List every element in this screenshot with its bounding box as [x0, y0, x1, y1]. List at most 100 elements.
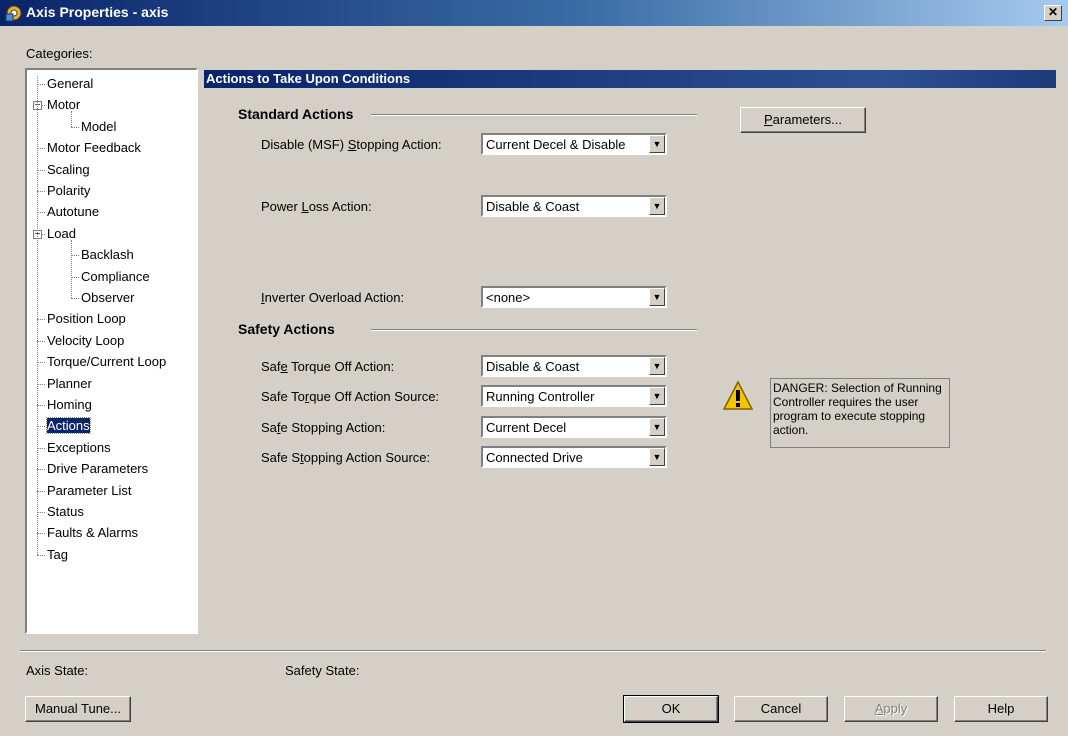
tree-item-label: Compliance	[81, 268, 150, 284]
tree-connector	[37, 362, 45, 364]
safe-stopping-source-select[interactable]: Connected Drive ▼	[481, 446, 667, 468]
tree-item-position-loop[interactable]: Position Loop	[47, 311, 126, 327]
safe-stopping-select[interactable]: Current Decel ▼	[481, 416, 667, 438]
inverter-overload-label: Inverter Overload Action:	[261, 290, 405, 305]
safe-stopping-source-value: Connected Drive	[486, 450, 583, 465]
tree-connector	[37, 340, 45, 342]
tree-connector	[37, 191, 45, 192]
tree-item-exceptions[interactable]: Exceptions	[47, 440, 111, 456]
tree-item-actions[interactable]: Actions	[46, 417, 91, 435]
disable-msf-value: Current Decel & Disable	[486, 137, 626, 152]
safe-torque-off-select[interactable]: Disable & Coast ▼	[481, 355, 667, 377]
tree-item-status[interactable]: Status	[47, 504, 84, 520]
tree-item-polarity[interactable]: Polarity	[47, 183, 90, 199]
help-button[interactable]: Help	[954, 696, 1048, 722]
tree-item-autotune[interactable]: Autotune	[47, 204, 99, 220]
tree-connector	[37, 383, 45, 385]
chevron-down-icon[interactable]: ▼	[649, 387, 665, 405]
parameters-button[interactable]: Parameters...	[740, 107, 866, 133]
tree-item-label: Drive Parameters	[47, 461, 149, 477]
tree-connector	[37, 533, 45, 535]
warning-triangle-icon	[722, 380, 754, 410]
tree-connector	[37, 212, 45, 214]
tree-connector	[37, 512, 45, 513]
chevron-down-icon[interactable]: ▼	[649, 135, 665, 153]
tree-connector	[71, 276, 79, 278]
tree-item-label: Observer	[81, 290, 135, 305]
tree-item-faults-alarms[interactable]: Faults & Alarms	[47, 525, 138, 541]
tree-connector	[37, 169, 45, 171]
inverter-overload-value: <none>	[486, 290, 531, 305]
manual-tune-button[interactable]: Manual Tune...	[25, 696, 131, 722]
tree-connector	[37, 490, 45, 492]
safe-torque-off-value: Disable & Coast	[486, 359, 580, 374]
tree-item-tag[interactable]: Tag	[47, 547, 68, 563]
tree-item-label: Model	[81, 118, 117, 134]
disable-msf-select[interactable]: Current Decel & Disable ▼	[481, 133, 667, 155]
tree-item-label: Scaling	[47, 161, 90, 177]
tree-item-model[interactable]: Model	[81, 119, 116, 135]
tree-connector	[71, 126, 79, 128]
tree-item-homing[interactable]: Homing	[47, 397, 92, 413]
tree-item-motor-feedback[interactable]: Motor Feedback	[47, 140, 141, 156]
tree-connector	[37, 469, 45, 471]
tree-connector	[37, 84, 45, 85]
title-bar: Axis Properties - axis ✕	[0, 0, 1068, 26]
window-title: Axis Properties - axis	[26, 4, 169, 20]
tree-item-label: Position Loop	[47, 311, 126, 327]
tree-connector	[71, 255, 79, 257]
tree-item-drive-parameters[interactable]: Drive Parameters	[47, 461, 148, 477]
tree-item-torque-current-loop[interactable]: Torque/Current Loop	[47, 354, 166, 370]
safe-torque-off-source-value: Running Controller	[486, 389, 595, 404]
bottom-divider	[20, 650, 1046, 652]
categories-label: Categories:	[26, 46, 93, 61]
chevron-down-icon[interactable]: ▼	[649, 357, 665, 375]
standard-actions-divider	[371, 114, 697, 116]
danger-warning-text: DANGER: Selection of Running Controller …	[770, 378, 950, 448]
tree-connector	[37, 405, 45, 406]
chevron-down-icon[interactable]: ▼	[649, 418, 665, 436]
cancel-button[interactable]: Cancel	[734, 696, 828, 722]
tree-item-label: Motor Feedback	[47, 140, 141, 156]
tree-item-parameter-list[interactable]: Parameter List	[47, 483, 132, 499]
power-loss-value: Disable & Coast	[486, 199, 580, 214]
tree-item-label: Velocity Loop	[47, 332, 125, 348]
safe-stopping-value: Current Decel	[486, 420, 567, 435]
chevron-down-icon[interactable]: ▼	[649, 448, 665, 466]
safe-torque-off-source-label: Safe Torque Off Action Source:	[261, 389, 440, 404]
tree-item-observer[interactable]: Observer	[81, 290, 134, 306]
safe-torque-off-source-select[interactable]: Running Controller ▼	[481, 385, 667, 407]
tree-item-label: Backlash	[81, 247, 134, 263]
section-header: Actions to Take Upon Conditions	[204, 70, 1056, 88]
close-button[interactable]: ✕	[1044, 5, 1062, 21]
tree-item-planner[interactable]: Planner	[47, 376, 92, 392]
apply-button[interactable]: Apply	[844, 696, 938, 722]
tree-item-backlash[interactable]: Backlash	[81, 247, 134, 263]
safe-stopping-source-label: Safe Stopping Action Source:	[261, 450, 431, 465]
ok-button[interactable]: OK	[623, 695, 719, 723]
tree-item-label: Status	[47, 504, 84, 519]
safety-actions-title: Safety Actions	[238, 321, 335, 337]
tree-connector	[37, 148, 45, 150]
tree-item-scaling[interactable]: Scaling	[47, 162, 90, 178]
tree-item-compliance[interactable]: Compliance	[81, 269, 150, 285]
tree-item-label: Exceptions	[47, 439, 111, 455]
power-loss-select[interactable]: Disable & Coast ▼	[481, 195, 667, 217]
disable-msf-label: Disable (MSF) Stopping Action:	[261, 137, 442, 152]
categories-tree[interactable]: General − Motor Model Motor Feedback Scaling P…	[25, 68, 198, 634]
tree-item-label: Homing	[47, 397, 92, 412]
chevron-down-icon[interactable]: ▼	[649, 288, 665, 306]
power-loss-label: Power Loss Action:	[261, 199, 372, 214]
chevron-down-icon[interactable]: ▼	[649, 197, 665, 215]
safety-state-label: Safety State:	[285, 663, 360, 678]
app-gear-icon	[5, 5, 22, 22]
tree-item-label: Faults & Alarms	[47, 525, 139, 541]
inverter-overload-select[interactable]: <none> ▼	[481, 286, 667, 308]
tree-item-velocity-loop[interactable]: Velocity Loop	[47, 333, 124, 349]
tree-item-general[interactable]: General	[47, 76, 93, 92]
tree-item-motor[interactable]: Motor	[47, 97, 80, 113]
tree-branch	[71, 111, 72, 127]
tree-connector	[71, 298, 79, 299]
tree-connector	[37, 319, 45, 321]
standard-actions-title: Standard Actions	[238, 106, 354, 122]
